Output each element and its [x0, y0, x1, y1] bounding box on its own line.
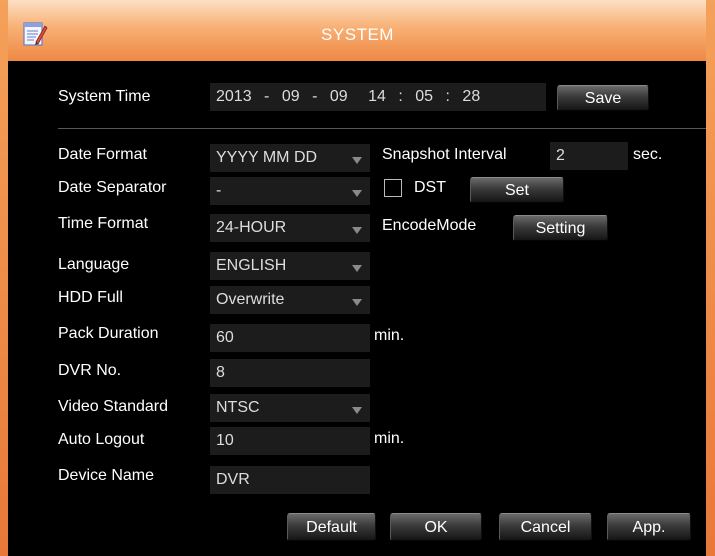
- time-separator: :: [398, 88, 403, 105]
- chevron-down-icon: [352, 265, 362, 272]
- hdd-full-dropdown[interactable]: Overwrite: [210, 286, 370, 314]
- time-separator: -: [312, 88, 318, 105]
- auto-logout-input[interactable]: 10: [210, 427, 370, 455]
- device-name-input[interactable]: DVR: [210, 466, 370, 494]
- cancel-button[interactable]: Cancel: [499, 513, 592, 541]
- time-separator: :: [445, 88, 450, 105]
- video-standard-label: Video Standard: [58, 398, 169, 415]
- ok-button[interactable]: OK: [390, 513, 482, 541]
- time-day[interactable]: 09: [330, 83, 348, 111]
- default-button[interactable]: Default: [287, 513, 376, 541]
- date-format-label: Date Format: [58, 146, 147, 163]
- time-minute[interactable]: 05: [415, 83, 433, 111]
- date-separator-dropdown[interactable]: -: [210, 177, 370, 205]
- window-title: SYSTEM: [321, 25, 394, 44]
- encode-mode-setting-button[interactable]: Setting: [513, 215, 608, 241]
- system-dialog: SYSTEM System Time 2013 - 09 - 09 14 : 0…: [0, 0, 715, 556]
- time-hour[interactable]: 14: [368, 83, 386, 111]
- apply-button[interactable]: App.: [607, 513, 691, 541]
- dst-set-button[interactable]: Set: [470, 177, 564, 203]
- time-format-dropdown[interactable]: 24-HOUR: [210, 214, 370, 242]
- system-time-field[interactable]: 2013 - 09 - 09 14 : 05 : 28: [210, 83, 546, 111]
- video-standard-dropdown[interactable]: NTSC: [210, 394, 370, 422]
- time-month[interactable]: 09: [282, 83, 300, 111]
- divider: [58, 128, 706, 129]
- date-separator-label: Date Separator: [58, 179, 167, 196]
- snapshot-interval-label: Snapshot Interval: [382, 146, 507, 163]
- hdd-full-label: HDD Full: [58, 289, 123, 306]
- language-dropdown[interactable]: ENGLISH: [210, 252, 370, 280]
- encode-mode-label: EncodeMode: [382, 217, 477, 234]
- pack-duration-input[interactable]: 60: [210, 324, 370, 352]
- device-name-label: Device Name: [58, 467, 155, 484]
- dvr-no-input[interactable]: 8: [210, 359, 370, 387]
- video-standard-value: NTSC: [216, 399, 260, 416]
- time-year[interactable]: 2013: [216, 83, 252, 111]
- pack-duration-label: Pack Duration: [58, 325, 159, 342]
- language-value: ENGLISH: [216, 257, 287, 274]
- chevron-down-icon: [352, 299, 362, 306]
- window-frame-right: [706, 0, 715, 556]
- time-separator: -: [264, 88, 270, 105]
- pack-duration-unit: min.: [374, 327, 405, 344]
- dst-label: DST: [414, 179, 446, 196]
- time-format-value: 24-HOUR: [216, 219, 287, 236]
- window-frame-left: [0, 0, 8, 556]
- chevron-down-icon: [352, 190, 362, 197]
- chevron-down-icon: [352, 227, 362, 234]
- time-format-label: Time Format: [58, 215, 149, 232]
- dialog-body: System Time 2013 - 09 - 09 14 : 05 : 28 …: [8, 61, 706, 556]
- system-time-label: System Time: [58, 88, 151, 105]
- snapshot-interval-unit: sec.: [633, 146, 663, 163]
- auto-logout-unit: min.: [374, 430, 405, 447]
- title-bar: SYSTEM: [0, 0, 715, 61]
- chevron-down-icon: [352, 407, 362, 414]
- hdd-full-value: Overwrite: [216, 291, 285, 308]
- save-time-button[interactable]: Save: [557, 85, 649, 111]
- date-separator-value: -: [216, 182, 222, 199]
- language-label: Language: [58, 256, 130, 273]
- chevron-down-icon: [352, 157, 362, 164]
- time-second[interactable]: 28: [462, 83, 480, 111]
- date-format-value: YYYY MM DD: [216, 149, 318, 166]
- dvr-no-label: DVR No.: [58, 362, 122, 379]
- snapshot-interval-input[interactable]: 2: [550, 142, 628, 170]
- date-format-dropdown[interactable]: YYYY MM DD: [210, 144, 370, 172]
- auto-logout-label: Auto Logout: [58, 431, 145, 448]
- dst-checkbox[interactable]: [384, 179, 402, 197]
